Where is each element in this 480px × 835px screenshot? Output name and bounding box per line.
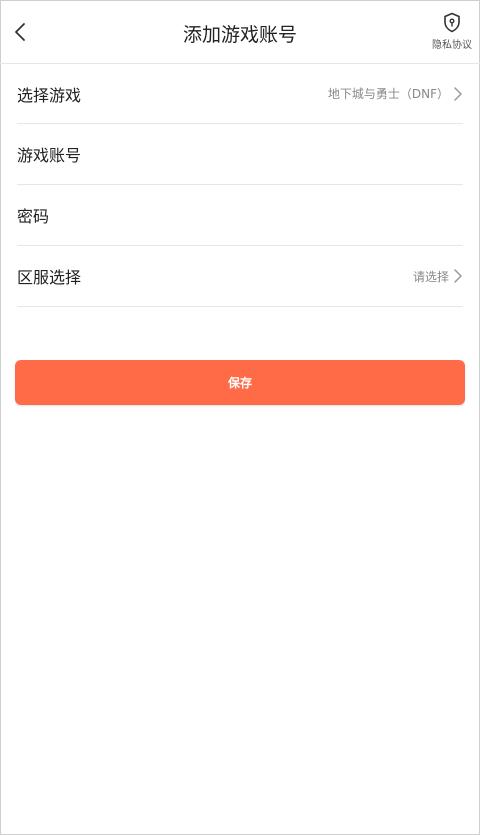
server-select-label: 区服选择 bbox=[17, 268, 82, 287]
game-account-label: 游戏账号 bbox=[17, 146, 82, 165]
page-title: 添加游戏账号 bbox=[182, 24, 297, 46]
top-nav-bar: 添加游戏账号 隐私协议 bbox=[0, 0, 480, 64]
chevron-right-icon bbox=[454, 269, 462, 283]
chevron-left-icon bbox=[15, 23, 25, 41]
selected-game-value: 地下城与勇士（DNF） bbox=[327, 87, 449, 101]
password-input[interactable] bbox=[69, 194, 463, 236]
server-select-value-group: 请选择 bbox=[413, 268, 463, 285]
shield-lock-icon bbox=[444, 12, 460, 33]
game-account-row: 游戏账号 bbox=[17, 124, 463, 185]
save-button[interactable]: 保存 bbox=[15, 360, 465, 405]
privacy-policy-button[interactable]: 隐私协议 bbox=[430, 12, 474, 56]
account-form: 选择游戏 地下城与勇士（DNF） 游戏账号 密码 区服选择 请选择 bbox=[17, 64, 463, 307]
game-account-input[interactable] bbox=[101, 133, 463, 175]
privacy-policy-label: 隐私协议 bbox=[432, 40, 472, 51]
server-select-value: 请选择 bbox=[412, 269, 449, 284]
select-game-label: 选择游戏 bbox=[17, 85, 82, 105]
select-game-value-group: 地下城与勇士（DNF） bbox=[328, 85, 463, 102]
password-label: 密码 bbox=[17, 207, 50, 226]
chevron-right-icon bbox=[454, 86, 462, 101]
back-button[interactable] bbox=[8, 16, 32, 48]
password-row: 密码 bbox=[17, 185, 463, 246]
server-select-row[interactable]: 区服选择 请选择 bbox=[17, 246, 463, 307]
select-game-row[interactable]: 选择游戏 地下城与勇士（DNF） bbox=[17, 64, 463, 124]
